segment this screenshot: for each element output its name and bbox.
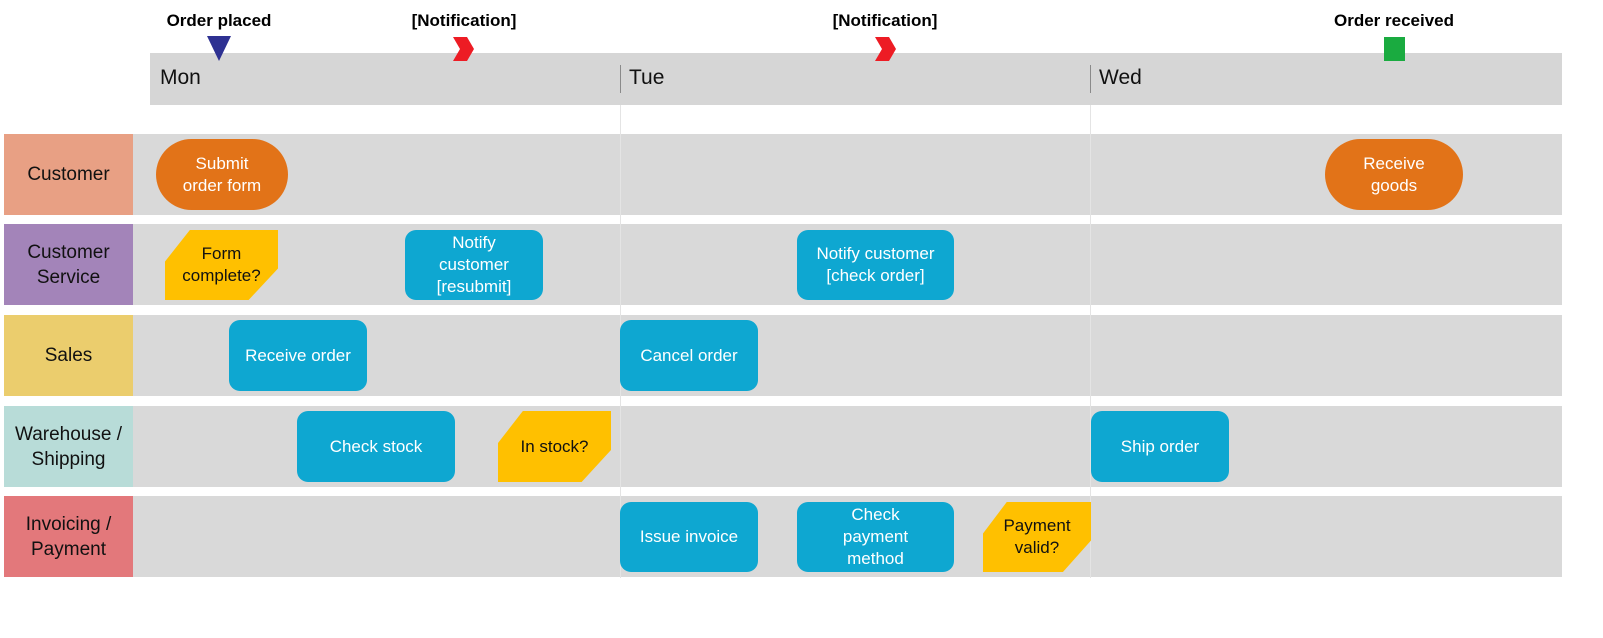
task-issue-invoice[interactable]: Issue invoice: [620, 502, 758, 572]
task-receive-order[interactable]: Receive order: [229, 320, 367, 391]
lane-label: Invoicing / Payment: [25, 513, 112, 560]
milestone-label-notification-2: [Notification]: [832, 11, 938, 30]
task-ship-order[interactable]: Ship order: [1091, 411, 1229, 482]
chevron-right-icon: [875, 37, 896, 61]
node-label: Receive goods: [1363, 153, 1425, 195]
timeline-bar: [150, 53, 1562, 105]
chevron-right-icon: [453, 37, 474, 61]
lane-header-warehouse-shipping: Warehouse / Shipping: [4, 406, 133, 487]
task-notify-customer-resubmit[interactable]: Notify customer [resubmit]: [405, 230, 543, 300]
task-check-payment-method[interactable]: Check payment method: [797, 502, 954, 572]
node-label: Submit order form: [182, 153, 262, 195]
node-label: Cancel order: [640, 345, 738, 365]
node-label: Payment valid?: [1003, 516, 1071, 557]
day-divider-tue: [620, 65, 621, 93]
lane-label: Warehouse / Shipping: [14, 423, 122, 470]
day-divider-wed: [1090, 65, 1091, 93]
node-label: Notify customer [check order]: [816, 244, 935, 285]
node-label: Issue invoice: [639, 527, 739, 546]
node-label: Form complete?: [182, 244, 261, 285]
node-label: Notify customer [resubmit]: [436, 233, 512, 296]
lane-label: Customer: [27, 164, 110, 185]
triangle-down-icon: [207, 36, 231, 61]
lane-label: Customer Service: [27, 241, 110, 288]
terminal-receive-goods[interactable]: Receive goods: [1325, 139, 1463, 210]
day-label-tue: Tue: [629, 66, 665, 89]
milestone-label-order-received: Order received: [1333, 11, 1455, 30]
square-icon: [1384, 37, 1405, 61]
lane-header-customer: Customer: [4, 134, 133, 215]
lane-header-customer-service: Customer Service: [4, 224, 133, 305]
task-cancel-order[interactable]: Cancel order: [620, 320, 758, 391]
node-label: Check payment method: [842, 505, 909, 568]
day-label-wed: Wed: [1099, 66, 1142, 89]
node-label: Ship order: [1120, 436, 1200, 456]
day-label-mon: Mon: [160, 66, 201, 89]
terminal-submit-order-form[interactable]: Submit order form: [156, 139, 288, 210]
node-label: In stock?: [520, 436, 589, 456]
task-check-stock[interactable]: Check stock: [297, 411, 455, 482]
node-label: Check stock: [329, 436, 423, 456]
node-label: Receive order: [245, 345, 351, 365]
milestone-label-order-placed: Order placed: [166, 11, 272, 30]
lane-label: Sales: [44, 345, 93, 366]
milestone-label-notification-1: [Notification]: [411, 11, 517, 30]
task-notify-customer-check-order[interactable]: Notify customer [check order]: [797, 230, 954, 300]
lane-header-sales: Sales: [4, 315, 133, 396]
lane-header-invoicing-payment: Invoicing / Payment: [4, 496, 133, 577]
